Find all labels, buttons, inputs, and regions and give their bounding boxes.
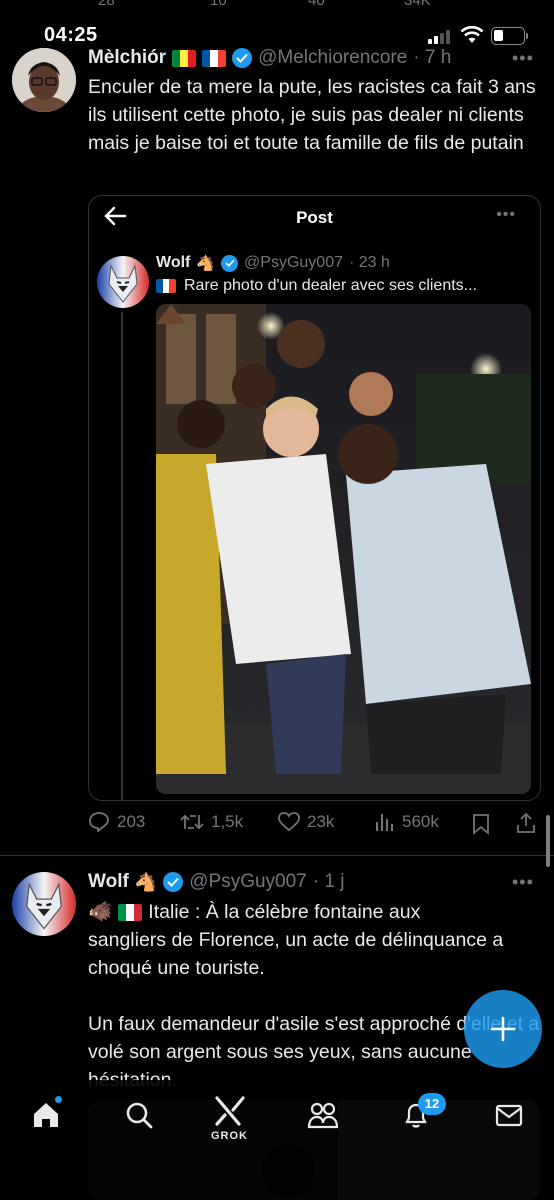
senegal-flag-icon xyxy=(172,49,197,67)
card-header-title: Post xyxy=(296,208,333,227)
home-icon xyxy=(34,1103,58,1127)
nav-communities[interactable] xyxy=(307,1100,339,1135)
nav-search[interactable] xyxy=(124,1100,154,1135)
share-icon[interactable] xyxy=(515,812,537,834)
tweet-author-row: Mèlchiór @Melchiorencore · 7 h xyxy=(88,47,451,69)
view-count[interactable]: 34K xyxy=(404,0,431,9)
avatar[interactable] xyxy=(12,872,76,936)
like-count: 23k xyxy=(307,812,335,831)
author-name[interactable]: Mèlchiór xyxy=(88,47,166,69)
repost-button[interactable]: 1,5k xyxy=(180,812,243,832)
scrollbar[interactable] xyxy=(546,815,550,867)
author-handle[interactable]: @Melchiorencore xyxy=(258,47,407,69)
tweet-action-bar: 203 1,5k 23k 560k xyxy=(88,812,540,838)
tweet-time[interactable]: · 1 j xyxy=(313,871,345,893)
tweet-time[interactable]: · 7 h xyxy=(413,47,451,69)
communities-icon xyxy=(307,1102,339,1129)
avatar[interactable] xyxy=(97,256,149,308)
tweet-text: Enculer de ta mere la pute, les racistes… xyxy=(88,76,536,154)
verified-icon xyxy=(163,872,184,892)
heart-icon xyxy=(278,812,300,832)
author-name[interactable]: Wolf xyxy=(88,871,129,893)
tweet-first-line: 🐗 Italie : À la célèbre fontaine aux xyxy=(88,898,420,926)
reply-count: 203 xyxy=(117,812,146,831)
author-handle[interactable]: @PsyGuy007 xyxy=(244,254,343,272)
italy-flag-icon xyxy=(118,903,143,921)
author-handle[interactable]: @PsyGuy007 xyxy=(189,871,307,893)
more-options-icon[interactable]: ••• xyxy=(512,872,534,893)
more-options-icon[interactable]: ••• xyxy=(496,206,516,224)
tweet-time[interactable]: · 23 h xyxy=(349,254,390,272)
tweet-divider xyxy=(0,855,554,856)
reply-count[interactable]: 28 xyxy=(98,0,115,9)
author-name[interactable]: Wolf xyxy=(156,254,190,272)
views-button[interactable]: 560k xyxy=(375,812,439,832)
plus-icon xyxy=(490,1016,516,1042)
tweet-text-paragraph1: sangliers de Florence, un acte de délinq… xyxy=(88,929,504,979)
boar-emoji-icon: 🐗 xyxy=(88,901,113,923)
grok-icon xyxy=(215,1096,245,1126)
quoted-text: Rare photo d'un dealer avec ses clients.… xyxy=(184,277,477,294)
repost-count[interactable]: 10 xyxy=(210,0,227,9)
reply-icon xyxy=(89,812,109,832)
status-bar: 04:25 6 xyxy=(0,22,554,50)
quoted-text-row: Rare photo d'un dealer avec ses clients.… xyxy=(156,277,477,295)
more-options-icon[interactable]: ••• xyxy=(512,48,534,69)
grok-label: GROK xyxy=(211,1130,248,1142)
clock: 04:25 xyxy=(44,24,98,46)
quoted-post-card[interactable]: Post ••• Wolf 🐴 @PsyGuy007 · 23 h Rare p… xyxy=(88,195,541,801)
quoted-author-row: Wolf 🐴 @PsyGuy007 · 23 h xyxy=(156,254,390,272)
compose-button[interactable] xyxy=(464,990,542,1068)
messages-icon xyxy=(495,1104,523,1127)
repost-icon xyxy=(180,814,204,830)
bookmark-icon[interactable] xyxy=(472,813,490,835)
search-icon xyxy=(126,1102,153,1129)
view-count: 560k xyxy=(402,812,439,831)
thread-line xyxy=(121,312,123,800)
post-photo[interactable] xyxy=(156,304,531,794)
france-flag-icon xyxy=(202,49,227,67)
avatar[interactable] xyxy=(12,48,76,112)
unread-dot xyxy=(55,1096,62,1103)
nav-grok[interactable] xyxy=(213,1094,247,1133)
verified-icon xyxy=(221,254,239,272)
repost-count: 1,5k xyxy=(211,812,244,831)
horse-emoji-icon: 🐴 xyxy=(134,871,158,892)
previous-tweet-actions: 28 10 40 34K xyxy=(0,0,554,14)
views-icon xyxy=(376,814,393,831)
france-flag-icon xyxy=(156,279,176,293)
like-button[interactable]: 23k xyxy=(278,812,334,832)
like-count[interactable]: 40 xyxy=(308,0,325,9)
nav-messages[interactable] xyxy=(494,1100,524,1135)
horse-emoji-icon: 🐴 xyxy=(196,255,216,272)
verified-icon xyxy=(232,48,253,68)
notifications-badge: 12 xyxy=(418,1093,446,1115)
tweet-text-line1: Italie : À la célèbre fontaine aux xyxy=(148,901,421,923)
reply-button[interactable]: 203 xyxy=(88,812,145,832)
signal-icon xyxy=(428,28,450,44)
tweet-author-row: Wolf 🐴 @PsyGuy007 · 1 j xyxy=(88,871,344,893)
nav-home[interactable] xyxy=(31,1100,61,1135)
bottom-navigation: GROK 12 xyxy=(0,1080,554,1200)
wifi-icon xyxy=(460,26,484,43)
battery-level: 6 xyxy=(504,28,512,42)
battery-icon: 6 xyxy=(491,27,525,45)
